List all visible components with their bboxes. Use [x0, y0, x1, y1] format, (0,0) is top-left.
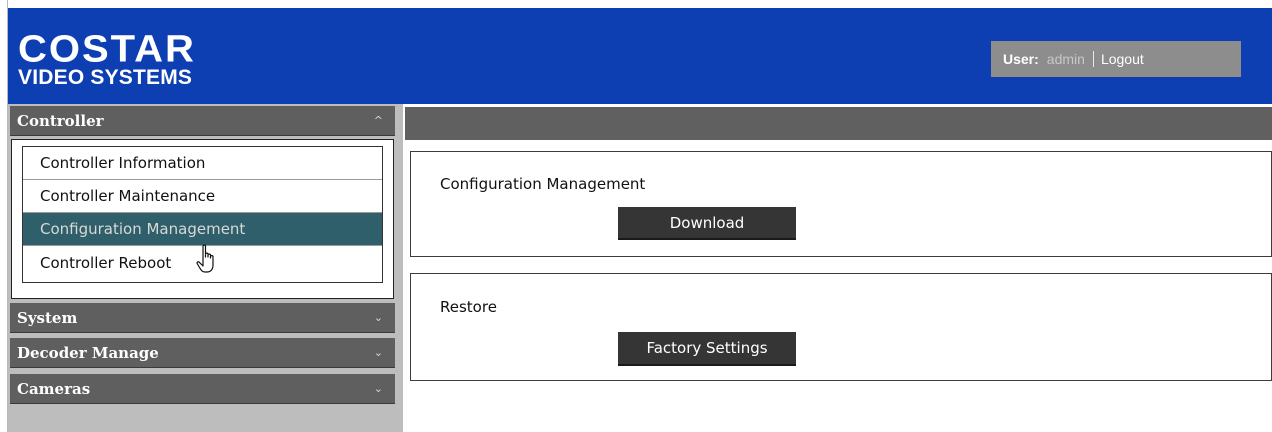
user-name: admin [1046, 51, 1085, 67]
factory-settings-button[interactable]: Factory Settings [618, 332, 796, 366]
section-header-system[interactable]: System ⌄ [10, 303, 395, 333]
section-header-decoder-manage[interactable]: Decoder Manage ⌄ [10, 338, 395, 368]
configuration-management-panel: Configuration Management Download [410, 151, 1272, 257]
restore-title: Restore [440, 298, 497, 316]
chevron-down-icon: ⌄ [373, 346, 383, 359]
download-button[interactable]: Download [618, 207, 796, 240]
submenu-item-controller-information[interactable]: Controller Information [23, 147, 382, 180]
user-separator [1092, 51, 1094, 67]
window-left-margin [0, 0, 8, 432]
section-label-cameras: Cameras [17, 379, 91, 398]
section-header-cameras[interactable]: Cameras ⌄ [10, 374, 395, 404]
chevron-down-icon: ⌄ [373, 382, 383, 395]
section-label-decoder-manage: Decoder Manage [17, 343, 159, 362]
costar-logo: COSTAR VIDEO SYSTEMS [18, 28, 196, 89]
chevron-up-icon: ^ [373, 114, 383, 127]
hand-pointer-cursor-icon [196, 244, 214, 273]
logo-sub-text: VIDEO SYSTEMS [18, 66, 193, 89]
logout-link[interactable]: Logout [1101, 51, 1144, 67]
submenu-item-controller-maintenance[interactable]: Controller Maintenance [23, 180, 382, 213]
sidebar: Controller ^ Controller Information Cont… [8, 104, 403, 432]
controller-submenu: Controller Information Controller Mainte… [11, 139, 394, 299]
main-content: Configuration Management Download Restor… [403, 104, 1272, 432]
user-label: User: [1003, 51, 1039, 67]
window-top-margin [0, 0, 1272, 8]
section-label-controller: Controller [17, 111, 104, 130]
restore-panel: Restore Factory Settings [410, 273, 1272, 381]
chevron-down-icon: ⌄ [373, 311, 383, 324]
section-label-system: System [17, 308, 78, 327]
section-header-controller[interactable]: Controller ^ [10, 106, 395, 136]
logo-main-text: COSTAR [18, 28, 196, 71]
submenu-item-configuration-management[interactable]: Configuration Management [23, 213, 382, 246]
configuration-management-title: Configuration Management [440, 175, 646, 193]
app-header: COSTAR VIDEO SYSTEMS User: admin Logout [8, 8, 1272, 104]
content-title-bar [405, 107, 1272, 140]
user-bar: User: admin Logout [991, 41, 1241, 77]
